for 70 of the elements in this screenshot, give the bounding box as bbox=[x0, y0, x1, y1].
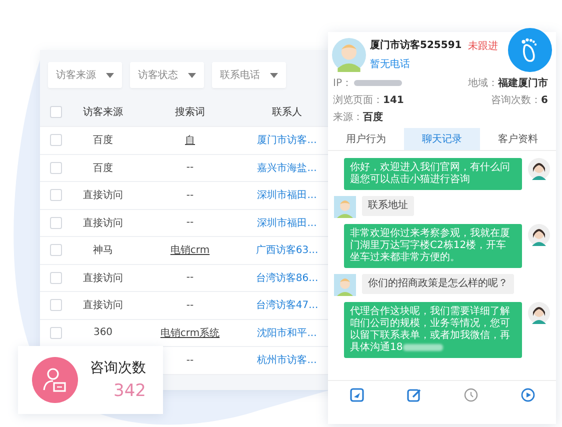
table-cell-text: 神马 bbox=[92, 244, 114, 258]
visitor-info: 地域：福建厦门市 bbox=[468, 76, 548, 90]
message-text: 联系地址 bbox=[368, 200, 408, 211]
checkbox[interactable] bbox=[50, 216, 62, 229]
table-cell-text: -- bbox=[185, 217, 195, 228]
blurred-text bbox=[354, 80, 402, 86]
checkbox[interactable] bbox=[50, 134, 62, 146]
table-cell-text: 360 bbox=[92, 327, 114, 338]
table-cell-text: -- bbox=[185, 272, 195, 284]
table-cell-text: 直接访问 bbox=[82, 216, 124, 230]
agent-avatar-icon bbox=[528, 158, 550, 180]
keyword-link[interactable]: 电销crm bbox=[138, 243, 242, 258]
contact-link[interactable]: 台湾访客47... bbox=[242, 298, 332, 312]
edit-icon[interactable] bbox=[406, 388, 420, 402]
table-cell-text: 百度 bbox=[92, 134, 114, 148]
column-header: 访客来源 bbox=[82, 106, 124, 119]
table-cell-text: 直接访问 bbox=[82, 298, 124, 312]
contact-link[interactable]: 深圳市福田... bbox=[242, 216, 332, 230]
avatar-icon bbox=[334, 274, 356, 296]
checkbox[interactable] bbox=[50, 326, 62, 339]
checkbox[interactable] bbox=[50, 299, 62, 312]
filter-dropdown[interactable]: 联系电话 bbox=[212, 62, 286, 88]
table-cell-text: -- bbox=[185, 300, 195, 311]
circle-icon[interactable] bbox=[464, 388, 478, 402]
contact-link[interactable]: 深圳市福田... bbox=[242, 188, 332, 202]
contact-link[interactable]: 杭州市访客... bbox=[242, 353, 332, 368]
message-text: 非常欢迎你过来考察参观，我就在厦门湖里万达写字楼C2栋12楼，开车坐车过来都非常方便的。 bbox=[350, 228, 510, 263]
checkbox[interactable] bbox=[50, 106, 62, 118]
stat-value: 342 bbox=[114, 381, 146, 401]
play-icon[interactable] bbox=[520, 388, 534, 402]
avatar-icon bbox=[332, 38, 366, 72]
caret-icon bbox=[188, 72, 196, 78]
visitor-info: 浏览页面：141 bbox=[333, 94, 405, 107]
avatar-icon bbox=[334, 196, 356, 218]
contact-link[interactable]: 台湾访客86... bbox=[242, 270, 332, 285]
keyword-link[interactable]: 电销crm系统 bbox=[138, 326, 242, 340]
keyword-link[interactable]: 自 bbox=[138, 133, 242, 148]
column-header: 联系人 bbox=[271, 106, 303, 119]
table-cell-text: 百度 bbox=[92, 162, 114, 175]
checkbox[interactable] bbox=[50, 272, 62, 284]
visitor-info: 来源：百度 bbox=[333, 110, 384, 124]
column-header: 搜索词 bbox=[174, 106, 206, 119]
follow-status: 未跟进 bbox=[468, 40, 498, 53]
message-text: 你们的招商政策是怎么样的呢？ bbox=[368, 278, 508, 289]
visitor-name: 厦门市访客525591 bbox=[370, 38, 462, 52]
user-message-icon bbox=[32, 357, 78, 403]
table-cell-text: 直接访问 bbox=[82, 272, 124, 285]
visitor-info: 咨询次数：6 bbox=[490, 94, 548, 107]
checkbox[interactable] bbox=[50, 189, 62, 202]
contact-link[interactable]: 广西访客63... bbox=[242, 243, 332, 258]
table-cell-text: -- bbox=[185, 162, 195, 174]
tab[interactable]: 聊天记录 bbox=[404, 128, 480, 150]
table-cell-text: -- bbox=[185, 190, 195, 201]
table-cell-text: -- bbox=[185, 354, 195, 366]
caret-icon bbox=[270, 72, 278, 78]
agent-avatar-icon bbox=[528, 224, 550, 246]
filter-dropdown[interactable]: 访客来源 bbox=[48, 62, 122, 88]
contact-link[interactable]: 沈阳市和平... bbox=[242, 326, 332, 340]
phone-link[interactable]: 暂无电话 bbox=[370, 57, 410, 71]
stat-label: 咨询次数 bbox=[90, 359, 146, 377]
visitor-info: IP： bbox=[333, 77, 352, 90]
agent-avatar-icon bbox=[528, 302, 550, 324]
caret-icon bbox=[106, 72, 114, 78]
filter-dropdown[interactable]: 访客状态 bbox=[130, 62, 204, 88]
contact-link[interactable]: 嘉兴市海盐... bbox=[242, 160, 332, 175]
table-cell-text: 直接访问 bbox=[82, 188, 124, 202]
message-text: 代理合作这块呢，我们需要详细了解咱们公司的规模，业务等情况，您可以留下联系表单，或者加我微信，再具体沟通18 bbox=[350, 306, 510, 353]
checkbox[interactable] bbox=[50, 162, 62, 174]
checkbox[interactable] bbox=[50, 244, 62, 256]
message-text: 你好，欢迎进入我们官网，有什么问题您可以点击小猫进行咨询 bbox=[350, 162, 510, 185]
